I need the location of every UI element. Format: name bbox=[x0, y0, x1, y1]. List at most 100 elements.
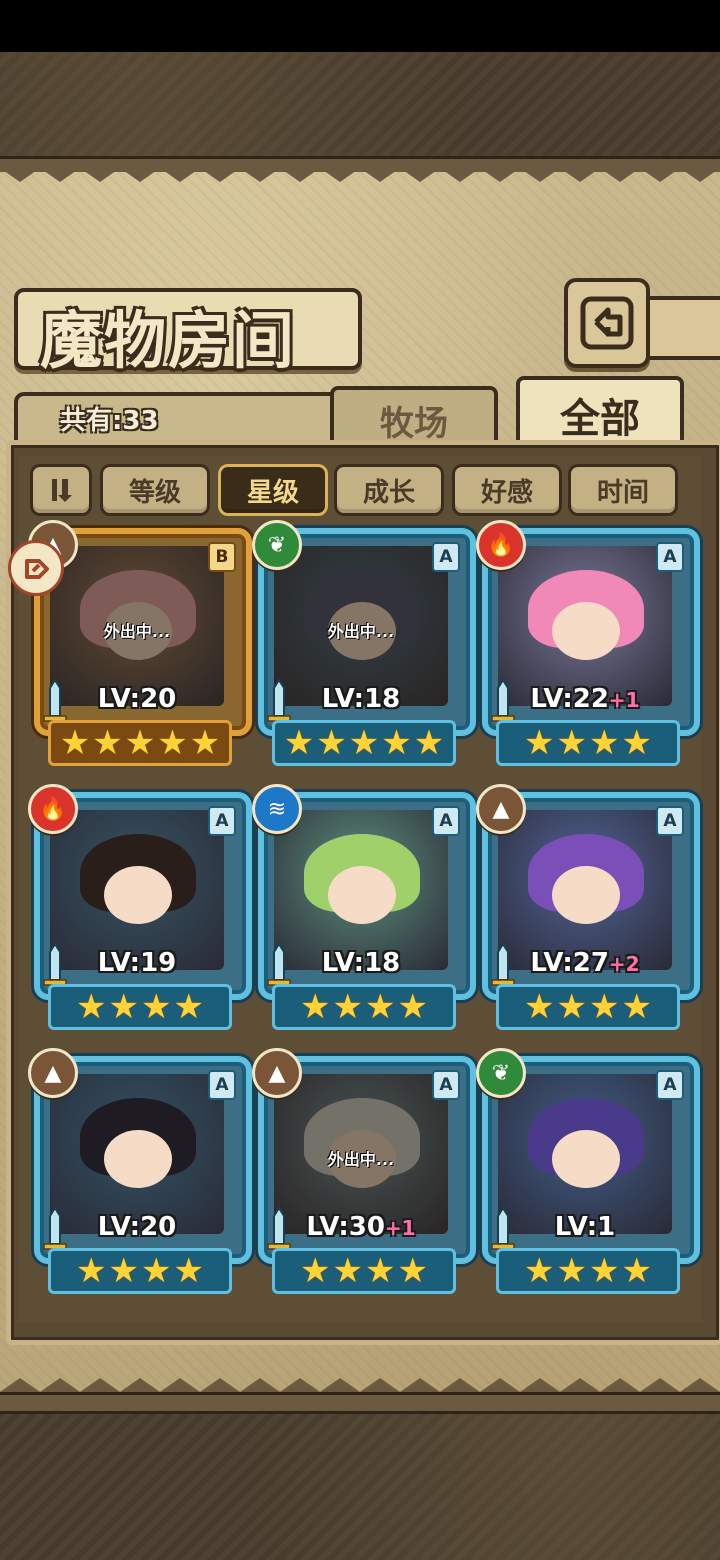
star-rating: ★ ★ ★ ★ bbox=[272, 1248, 456, 1294]
monster-card[interactable]: A ❦ LV:1 ★ ★ ★ ★ bbox=[476, 1048, 700, 1294]
monster-portrait bbox=[498, 1074, 672, 1234]
level-bonus: +2 bbox=[608, 952, 640, 976]
level-value: LV:20 bbox=[97, 1212, 177, 1242]
return-arrow-icon bbox=[580, 296, 634, 350]
grass-element-icon: ❦ bbox=[252, 520, 302, 570]
earth-element-icon: ▲ bbox=[476, 784, 526, 834]
star-icon: ★ bbox=[589, 723, 620, 763]
rank-badge: A bbox=[208, 1070, 236, 1100]
monster-face bbox=[552, 602, 620, 660]
away-status: 外出中... bbox=[327, 622, 395, 641]
sort-bar: 等级 星级 成长 好感 时间 bbox=[30, 464, 690, 516]
monster-portrait bbox=[498, 810, 672, 970]
level-value: LV:18 bbox=[321, 684, 401, 714]
level-label: LV:19 bbox=[34, 948, 240, 978]
sort-level-button[interactable]: 等级 bbox=[100, 464, 210, 516]
star-icon: ★ bbox=[348, 723, 380, 763]
zigzag-top bbox=[0, 168, 720, 182]
sort-direction-icon bbox=[52, 479, 72, 502]
monster-portrait: 外出中... bbox=[274, 546, 448, 706]
rank-badge: A bbox=[656, 806, 684, 836]
fire-element-icon: 🔥 bbox=[28, 784, 78, 834]
star-rating: ★ ★ ★ ★ bbox=[496, 1248, 680, 1294]
monster-face bbox=[104, 866, 172, 924]
level-label: LV:22+1 bbox=[482, 684, 688, 714]
star-icon: ★ bbox=[365, 987, 396, 1027]
star-icon: ★ bbox=[556, 1251, 587, 1291]
star-icon: ★ bbox=[332, 987, 363, 1027]
star-icon: ★ bbox=[589, 987, 620, 1027]
star-icon: ★ bbox=[365, 1251, 396, 1291]
sort-order-toggle[interactable] bbox=[30, 464, 92, 516]
star-icon: ★ bbox=[556, 987, 587, 1027]
monster-card[interactable]: A 🔥 LV:19 ★ ★ ★ ★ bbox=[28, 784, 252, 1030]
star-icon: ★ bbox=[124, 723, 156, 763]
star-icon: ★ bbox=[621, 723, 652, 763]
monster-card[interactable]: A ▲ LV:27+2 ★ ★ ★ ★ bbox=[476, 784, 700, 1030]
level-bonus: +1 bbox=[384, 1216, 416, 1240]
star-icon: ★ bbox=[589, 1251, 620, 1291]
arrow-badge-icon bbox=[25, 559, 49, 579]
rank-badge: A bbox=[432, 1070, 460, 1100]
tab-all[interactable]: 全部 bbox=[516, 376, 684, 450]
star-icon: ★ bbox=[524, 987, 555, 1027]
star-icon: ★ bbox=[524, 723, 555, 763]
sort-affection-button[interactable]: 好感 bbox=[452, 464, 562, 516]
star-rating: ★ ★ ★ ★ bbox=[272, 984, 456, 1030]
sort-growth-button[interactable]: 成长 bbox=[334, 464, 444, 516]
away-status: 外出中... bbox=[103, 622, 171, 641]
monster-count: 共有:33 bbox=[60, 406, 159, 436]
level-value: LV:27 bbox=[530, 948, 609, 978]
level-value: LV:30 bbox=[306, 1212, 385, 1242]
monster-card[interactable]: 外出中... A ❦ LV:18 ★ ★ ★ ★ ★ bbox=[252, 520, 476, 766]
star-icon: ★ bbox=[189, 723, 221, 763]
rank-badge: A bbox=[432, 806, 460, 836]
monster-face bbox=[552, 866, 620, 924]
rank-badge: B bbox=[208, 542, 236, 572]
page-title: 魔物房间 bbox=[40, 304, 297, 377]
level-label: LV:20 bbox=[34, 1212, 240, 1242]
star-icon: ★ bbox=[76, 1251, 107, 1291]
star-icon: ★ bbox=[300, 987, 331, 1027]
bottom-frame-strip bbox=[0, 1392, 720, 1414]
level-value: LV:18 bbox=[321, 948, 401, 978]
monster-card[interactable]: A ≋ LV:18 ★ ★ ★ ★ bbox=[252, 784, 476, 1030]
leader-badge bbox=[8, 540, 64, 596]
star-rating: ★ ★ ★ ★ bbox=[496, 720, 680, 766]
back-button[interactable] bbox=[564, 278, 650, 368]
sort-stars-button[interactable]: 星级 bbox=[218, 464, 328, 516]
level-value: LV:20 bbox=[97, 684, 177, 714]
monster-card[interactable]: 外出中... A ▲ LV:30+1 ★ ★ ★ ★ bbox=[252, 1048, 476, 1294]
star-icon: ★ bbox=[173, 987, 204, 1027]
star-icon: ★ bbox=[316, 723, 347, 763]
zigzag-bottom bbox=[0, 1378, 720, 1392]
star-rating: ★ ★ ★ ★ bbox=[48, 1248, 232, 1294]
monster-portrait: 外出中... bbox=[274, 1074, 448, 1234]
monster-card[interactable]: A 🔥 LV:22+1 ★ ★ ★ ★ bbox=[476, 520, 700, 766]
star-icon: ★ bbox=[92, 723, 123, 763]
sort-time-button[interactable]: 时间 bbox=[568, 464, 678, 516]
star-icon: ★ bbox=[173, 1251, 204, 1291]
star-icon: ★ bbox=[141, 1251, 172, 1291]
monster-face bbox=[104, 1130, 172, 1188]
monster-card[interactable]: 外出中...B▲LV:20★★★★★ bbox=[28, 520, 252, 766]
level-label: LV:27+2 bbox=[482, 948, 688, 978]
star-icon: ★ bbox=[59, 723, 91, 763]
level-label: LV:18 bbox=[258, 684, 464, 714]
star-icon: ★ bbox=[556, 723, 587, 763]
level-bonus: +1 bbox=[608, 688, 640, 712]
star-rating: ★ ★ ★ ★ bbox=[48, 984, 232, 1030]
star-icon: ★ bbox=[621, 987, 652, 1027]
monster-card[interactable]: A ▲ LV:20 ★ ★ ★ ★ bbox=[28, 1048, 252, 1294]
rank-badge: A bbox=[656, 542, 684, 572]
earth-element-icon: ▲ bbox=[252, 1048, 302, 1098]
level-value: LV:19 bbox=[97, 948, 177, 978]
grass-element-icon: ❦ bbox=[476, 1048, 526, 1098]
star-icon: ★ bbox=[413, 723, 445, 763]
star-icon: ★ bbox=[524, 1251, 555, 1291]
star-icon: ★ bbox=[397, 987, 428, 1027]
monster-portrait bbox=[50, 810, 224, 970]
monster-portrait: 外出中... bbox=[50, 546, 224, 706]
monster-face bbox=[552, 1130, 620, 1188]
rank-badge: A bbox=[656, 1070, 684, 1100]
